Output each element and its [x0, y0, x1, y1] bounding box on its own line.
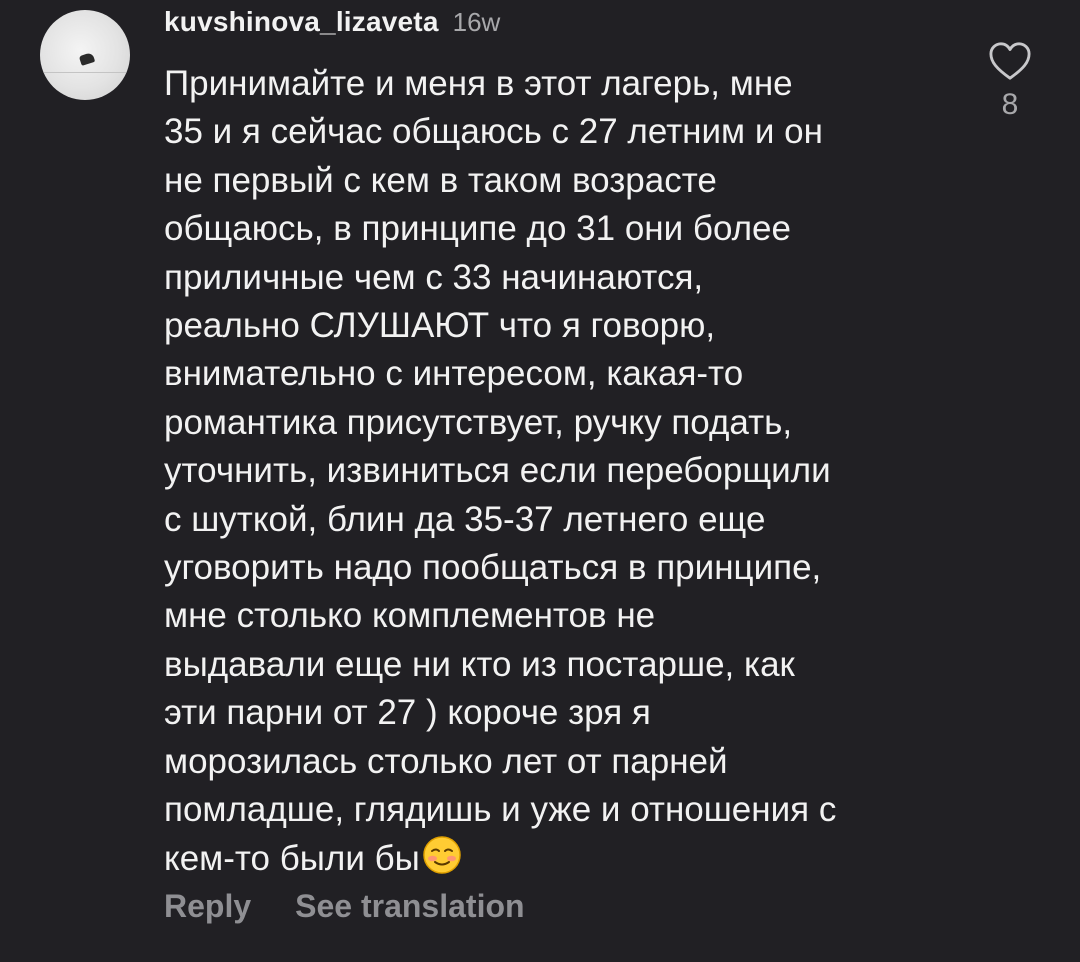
- timestamp: 16w: [452, 7, 501, 37]
- see-translation-button[interactable]: See translation: [295, 888, 524, 925]
- comment-body: Принимайте и меня в этот лагерь, мне 35 …: [164, 60, 964, 883]
- smiling-face-with-blush-emoji: [423, 835, 461, 874]
- comment-text: Принимайте и меня в этот лагерь, мне 35 …: [164, 64, 837, 878]
- like-area: 8: [982, 40, 1038, 122]
- username[interactable]: kuvshinova_lizaveta: [164, 6, 439, 38]
- avatar-figure: [78, 52, 96, 66]
- reply-button[interactable]: Reply: [164, 888, 251, 925]
- like-count: 8: [1001, 88, 1019, 121]
- comment-header: kuvshinova_lizaveta 16w: [164, 6, 500, 46]
- comment-actions: Reply See translation: [164, 888, 525, 925]
- heart-icon[interactable]: [987, 40, 1033, 82]
- avatar-horizon: [40, 72, 130, 73]
- avatar[interactable]: [40, 10, 130, 100]
- comment-item: kuvshinova_lizaveta 16w Принимайте и мен…: [0, 0, 1080, 962]
